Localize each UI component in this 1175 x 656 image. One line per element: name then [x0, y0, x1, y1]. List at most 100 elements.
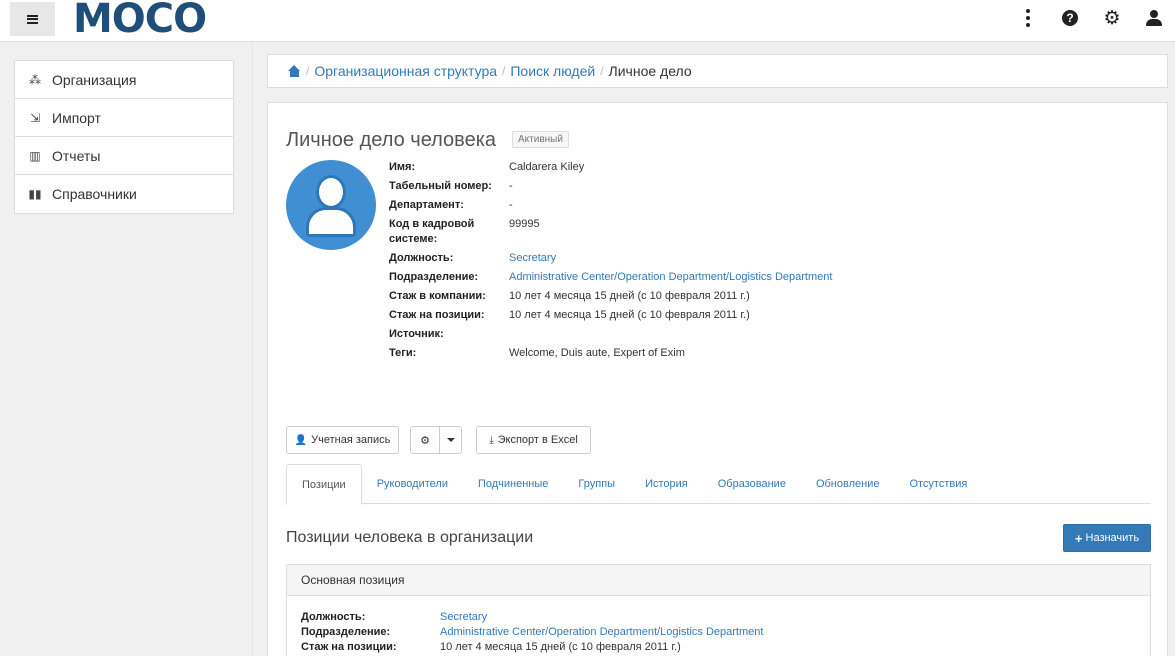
positions-section-title: Позиции человека в организации [286, 529, 534, 546]
panel-value-position-tenure: 10 лет 4 месяца 15 дней (с 10 февраля 20… [440, 641, 681, 653]
field-label: Табельный номер: [389, 180, 492, 192]
settings-dropdown: ⚙ [410, 426, 462, 454]
help-icon: ? [1062, 10, 1078, 26]
field-label: Департамент: [389, 199, 464, 211]
tab-managers[interactable]: Руководители [362, 464, 463, 504]
breadcrumb-current: Личное дело [608, 63, 692, 79]
assign-button[interactable]: + Назначить [1063, 524, 1151, 552]
field-value-company-tenure: 10 лет 4 месяца 15 дней (с 10 февраля 20… [509, 290, 750, 302]
field-value-personnel-number: - [509, 180, 513, 192]
sidebar-item-organization[interactable]: ⁂ Организация [15, 61, 233, 99]
account-button-label: Учетная запись [311, 434, 391, 446]
dropdown-toggle[interactable] [440, 426, 462, 454]
account-button[interactable]: 👤 Учетная запись [286, 426, 399, 454]
help-button[interactable]: ? [1049, 0, 1091, 36]
top-icons: ? ⚙ [1007, 0, 1175, 36]
breadcrumb-org-structure-link[interactable]: Организационная структура [314, 63, 497, 79]
user-icon: 👤 [294, 434, 308, 446]
main-position-panel: Основная позиция Должность: Secretary По… [286, 564, 1151, 656]
user-icon [1146, 10, 1162, 26]
field-value-position-link[interactable]: Secretary [509, 251, 556, 266]
field-row-position: Должность: Secretary [389, 251, 949, 266]
sidebar-item-label: Отчеты [52, 147, 101, 164]
breadcrumb-separator: / [600, 64, 604, 78]
sidebar-item-reports[interactable]: ▥ Отчеты [15, 137, 233, 175]
field-label: Имя: [389, 161, 416, 173]
sidebar-item-label: Организация [52, 71, 137, 88]
field-row-hr-code: Код в кадровой системе: 99995 [389, 217, 949, 247]
field-value-hr-code: 99995 [509, 218, 540, 230]
panel-row-division: Подразделение: Administrative Center/Ope… [301, 625, 1136, 640]
tab-subordinates[interactable]: Подчиненные [463, 464, 563, 504]
field-row-personnel-number: Табельный номер: - [389, 179, 949, 194]
field-row-position-tenure: Стаж на позиции: 10 лет 4 месяца 15 дней… [389, 308, 949, 323]
profile-card: Личное дело человека Активный Имя: Calda… [267, 102, 1168, 656]
sidebar-item-label: Импорт [52, 109, 101, 126]
breadcrumb-separator: / [306, 64, 310, 78]
sidebar-item-directories[interactable]: ▮▮ Справочники [15, 175, 233, 213]
gear-icon: ⚙ [420, 433, 430, 447]
bar-chart-icon: ▥ [29, 148, 41, 163]
user-menu-button[interactable] [1133, 0, 1175, 36]
import-icon: ⇲ [29, 110, 41, 125]
breadcrumb: / Организационная структура / Поиск люде… [267, 54, 1168, 88]
panel-label: Должность: [301, 611, 366, 623]
field-label: Стаж на позиции: [389, 309, 485, 321]
tab-education[interactable]: Образование [703, 464, 801, 504]
plus-icon: + [1074, 530, 1083, 546]
panel-label: Подразделение: [301, 626, 391, 638]
book-icon: ▮▮ [28, 187, 42, 201]
hamburger-icon [27, 14, 38, 24]
home-icon[interactable] [288, 65, 301, 77]
field-label: Стаж в компании: [389, 290, 486, 302]
status-badge: Активный [512, 131, 569, 148]
avatar-head [316, 175, 346, 209]
avatar [286, 160, 376, 250]
field-label: Должность: [389, 252, 454, 264]
field-row-source: Источник: [389, 327, 949, 342]
tab-groups[interactable]: Группы [563, 464, 630, 504]
tab-history[interactable]: История [630, 464, 703, 504]
field-value-tags: Welcome, Duis aute, Expert of Exim [509, 347, 685, 359]
hamburger-menu-button[interactable] [10, 2, 55, 36]
breadcrumb-separator: / [502, 64, 506, 78]
panel-row-position-tenure: Стаж на позиции: 10 лет 4 месяца 15 дней… [301, 640, 1136, 655]
more-options-button[interactable] [1007, 0, 1049, 36]
panel-value-position-link[interactable]: Secretary [440, 610, 487, 625]
panel-value-division-link[interactable]: Administrative Center/Operation Departme… [440, 625, 763, 640]
avatar-body [306, 207, 356, 237]
field-row-department: Департамент: - [389, 198, 949, 213]
field-label: Подразделение: [389, 271, 479, 283]
field-row-name: Имя: Caldarera Kiley [389, 160, 949, 175]
field-value-name: Caldarera Kiley [509, 161, 585, 173]
sidebar: ⁂ Организация ⇲ Импорт ▥ Отчеты ▮▮ Справ… [14, 60, 234, 214]
tab-update[interactable]: Обновление [801, 464, 895, 504]
assign-button-label: Назначить [1085, 532, 1140, 544]
org-chart-icon: ⁂ [29, 72, 41, 87]
panel-label: Стаж на позиции: [301, 641, 397, 653]
field-row-company-tenure: Стаж в компании: 10 лет 4 месяца 15 дней… [389, 289, 949, 304]
profile-fields: Имя: Caldarera Kiley Табельный номер: - … [389, 160, 949, 365]
download-icon: ⤓ [489, 434, 494, 446]
page-title: Личное дело человека [286, 129, 496, 151]
field-label: Код в кадровой системе: [389, 218, 475, 245]
export-excel-button[interactable]: ⤓ Экспорт в Excel [476, 426, 591, 454]
moco-logo[interactable]: MOCO [73, 0, 207, 42]
kebab-icon [1026, 9, 1030, 27]
breadcrumb-people-search-link[interactable]: Поиск людей [510, 63, 595, 79]
field-label: Источник: [389, 328, 444, 340]
panel-heading: Основная позиция [287, 565, 1150, 596]
top-navbar: MOCO ? ⚙ [0, 0, 1175, 42]
profile-tabs: Позиции Руководители Подчиненные Группы … [286, 464, 1151, 505]
tab-positions[interactable]: Позиции [286, 464, 362, 505]
gear-icon: ⚙ [1103, 6, 1121, 29]
settings-dropdown-button[interactable]: ⚙ [410, 426, 440, 454]
sidebar-item-label: Справочники [52, 186, 137, 202]
panel-body: Должность: Secretary Подразделение: Admi… [287, 596, 1150, 655]
panel-row-position: Должность: Secretary [301, 610, 1136, 625]
sidebar-item-import[interactable]: ⇲ Импорт [15, 99, 233, 137]
field-value-position-tenure: 10 лет 4 месяца 15 дней (с 10 февраля 20… [509, 309, 750, 321]
settings-button[interactable]: ⚙ [1091, 0, 1133, 36]
tab-absences[interactable]: Отсутствия [894, 464, 982, 504]
field-value-division-link[interactable]: Administrative Center/Operation Departme… [509, 270, 832, 285]
